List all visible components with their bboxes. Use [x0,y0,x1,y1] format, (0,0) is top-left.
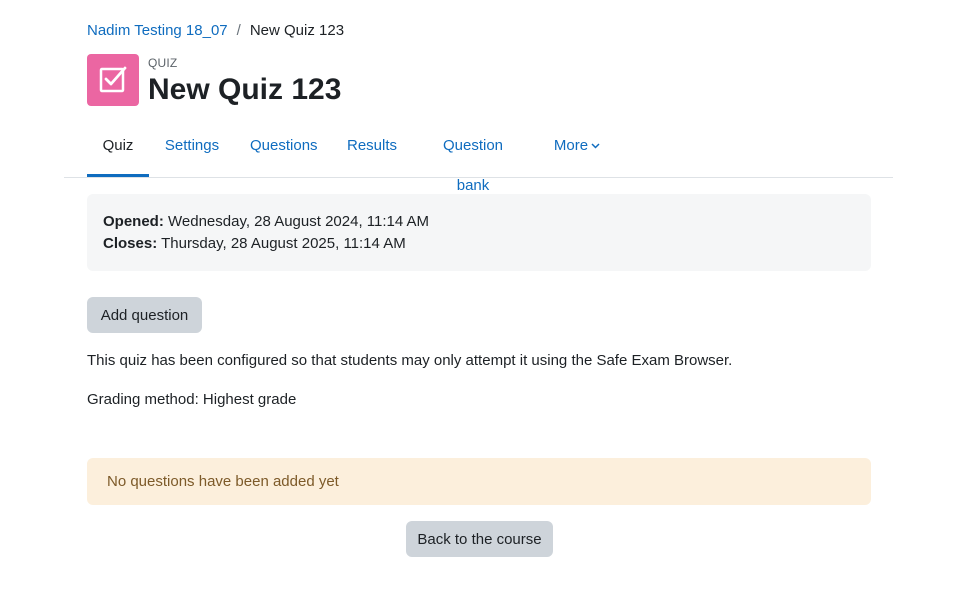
alert-message: No questions have been added yet [107,473,339,490]
closes-date: Closes: Thursday, 28 August 2025, 11:14 … [103,234,406,254]
tab-question-bank[interactable]: Question bank [425,126,521,194]
tab-results[interactable]: Results [347,126,397,177]
page-header: QUIZ New Quiz 123 [87,54,341,108]
page-title: New Quiz 123 [148,73,342,106]
tab-settings[interactable]: Settings [164,126,220,177]
activity-dates: Opened: Wednesday, 28 August 2024, 11:14… [87,194,871,271]
opened-value: Wednesday, 28 August 2024, 11:14 AM [168,213,430,230]
closes-value: Thursday, 28 August 2025, 11:14 AM [161,235,406,252]
closes-label: Closes: [103,235,158,252]
chevron-down-icon [591,125,600,165]
opened-date: Opened: Wednesday, 28 August 2024, 11:14… [103,212,429,232]
tab-question-bank-label: Question bank [442,137,504,194]
header-text: QUIZ New Quiz 123 [148,54,341,108]
secondary-navigation: Quiz Settings Questions Results Question… [64,126,893,194]
tab-quiz-label: Quiz [102,137,134,154]
tab-results-label: Results [347,137,398,154]
tab-more-label: More [553,137,589,154]
breadcrumb-separator: / [236,22,241,39]
tab-quiz[interactable]: Quiz [87,126,149,177]
back-to-course-button[interactable]: Back to the course [406,521,553,557]
breadcrumb-current: New Quiz 123 [249,22,345,39]
activity-type-label: QUIZ [148,56,178,70]
tab-questions[interactable]: Questions [250,126,318,177]
tab-questions-label: Questions [250,137,318,154]
tab-settings-label: Settings [164,137,220,154]
no-questions-alert: No questions have been added yet [87,458,871,505]
breadcrumb: Nadim Testing 18_07 / New Quiz 123 [87,21,344,41]
opened-label: Opened: [103,213,164,230]
quiz-page: Nadim Testing 18_07 / New Quiz 123 QUIZ … [0,0,970,594]
add-question-button[interactable]: Add question [87,297,202,333]
seb-notice: This quiz has been configured so that st… [87,352,733,369]
breadcrumb-course-link[interactable]: Nadim Testing 18_07 [87,21,228,41]
checkbox-icon [87,54,139,106]
tab-more[interactable]: More [552,126,602,177]
grading-method: Grading method: Highest grade [87,391,297,408]
